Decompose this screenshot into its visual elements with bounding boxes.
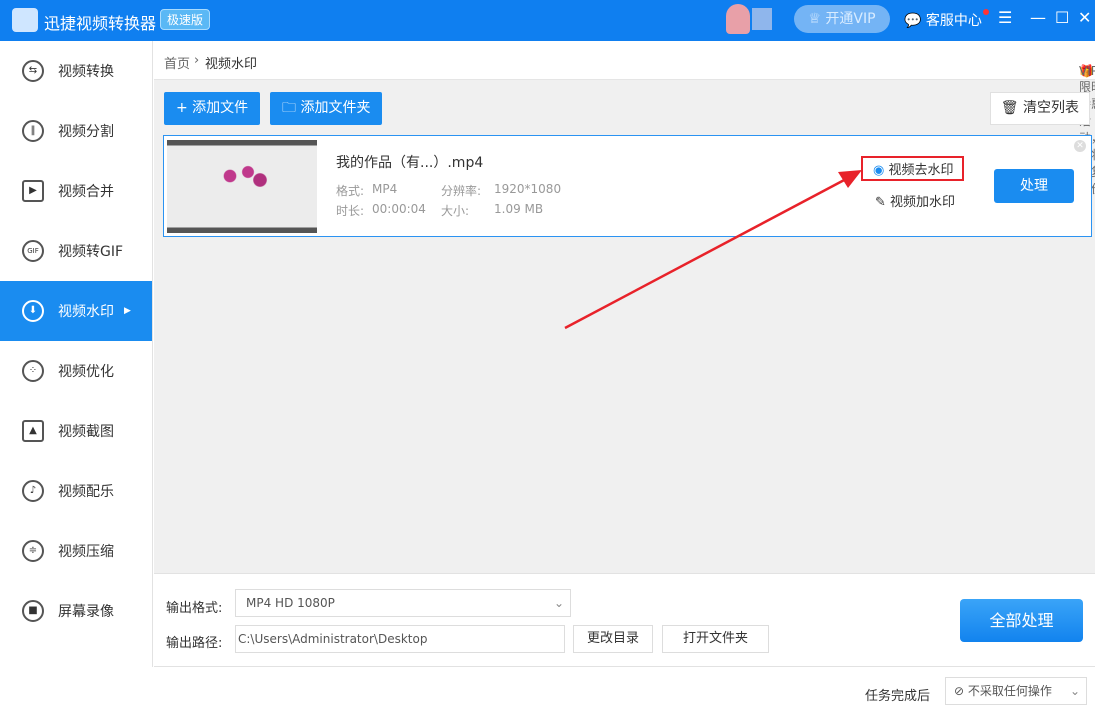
arrow-head	[838, 170, 862, 188]
chevron-down-icon: ⌄	[1069, 684, 1080, 698]
change-dir-button[interactable]: 更改目录	[573, 625, 653, 653]
arrow-line	[564, 176, 849, 330]
output-path-input[interactable]: C:\Users\Administrator\Desktop	[235, 625, 565, 653]
after-task-value: 不采取任何操作	[967, 684, 1052, 698]
output-path-label: 输出路径:	[166, 636, 223, 651]
output-format-value: MP4 HD 1080P	[246, 596, 335, 610]
output-format-select[interactable]: MP4 HD 1080P ⌄	[235, 589, 571, 617]
after-task-select[interactable]: ⊘ 不采取任何操作 ⌄	[945, 677, 1087, 705]
open-folder-button[interactable]: 打开文件夹	[662, 625, 769, 653]
output-panel: 输出格式: MP4 HD 1080P ⌄ 输出路径: C:\Users\Admin…	[154, 573, 1095, 667]
output-format-label: 输出格式:	[166, 601, 223, 616]
after-task-label: 任务完成后	[865, 689, 931, 704]
chevron-down-icon: ⌄	[553, 596, 564, 610]
no-action-icon: ⊘	[954, 684, 965, 698]
process-all-button[interactable]: 全部处理	[960, 599, 1083, 642]
